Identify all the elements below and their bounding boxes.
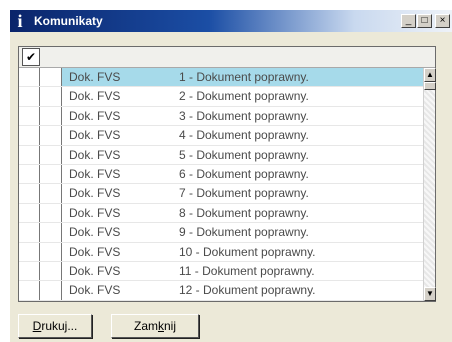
- doc-type-cell: Dok. FVS: [69, 166, 121, 181]
- row-indicator-cell: [40, 87, 62, 106]
- table-row[interactable]: Dok. FVS 8 - Dokument poprawny.: [19, 203, 423, 224]
- doc-type-cell: Dok. FVS: [69, 263, 121, 278]
- row-select-cell[interactable]: [19, 145, 40, 164]
- doc-type-cell: Dok. FVS: [69, 108, 121, 123]
- message-cell: 10 - Dokument poprawny.: [179, 244, 316, 259]
- row-select-cell[interactable]: [19, 126, 40, 145]
- message-cell: 11 - Dokument poprawny.: [179, 263, 315, 278]
- table-row[interactable]: Dok. FVS 4 - Dokument poprawny.: [19, 126, 423, 146]
- info-icon: i: [17, 11, 23, 31]
- maximize-button[interactable]: □: [417, 14, 432, 28]
- doc-type-cell: Dok. FVS: [69, 128, 121, 143]
- komunikaty-window: i Komunikaty _ □ × ✔ Dok. FVS 1 - Dokumen…: [10, 10, 452, 342]
- row-select-cell[interactable]: [19, 203, 40, 223]
- row-select-cell[interactable]: [19, 261, 40, 281]
- check-icon[interactable]: ✔: [22, 48, 40, 66]
- row-select-cell[interactable]: [19, 242, 40, 261]
- vertical-scrollbar[interactable]: ▲ ▼: [423, 68, 436, 301]
- row-indicator-cell: [40, 261, 62, 281]
- row-indicator-cell: [40, 106, 62, 126]
- doc-type-cell: Dok. FVS: [69, 70, 121, 84]
- message-cell: 1 - Dokument poprawny.: [179, 70, 309, 84]
- row-indicator-cell: [40, 203, 62, 223]
- print-label: rukuj...: [41, 319, 78, 333]
- row-indicator-cell: [40, 281, 62, 300]
- doc-type-cell: Dok. FVS: [69, 244, 121, 259]
- row-indicator-cell: [40, 184, 62, 203]
- table-row[interactable]: Dok. FVS 7 - Dokument poprawny.: [19, 184, 423, 204]
- row-select-cell[interactable]: [19, 106, 40, 126]
- close-window-button[interactable]: ×: [435, 14, 450, 28]
- table-row[interactable]: Dok. FVS 6 - Dokument poprawny.: [19, 164, 423, 185]
- row-select-cell[interactable]: [19, 223, 40, 242]
- row-select-cell[interactable]: [19, 87, 40, 106]
- doc-type-cell: Dok. FVS: [69, 225, 121, 240]
- message-cell: 6 - Dokument poprawny.: [179, 166, 309, 181]
- row-indicator-cell: [40, 126, 62, 145]
- message-cell: 8 - Dokument poprawny.: [179, 205, 309, 220]
- grid-rows: Dok. FVS 1 - Dokument poprawny. Dok. FVS 2 …: [19, 68, 423, 301]
- message-cell: 3 - Dokument poprawny.: [179, 108, 309, 123]
- close-label-post: nij: [163, 319, 176, 333]
- message-cell: 2 - Dokument poprawny.: [179, 89, 309, 104]
- row-select-cell[interactable]: [19, 281, 40, 300]
- grid-header: ✔: [19, 47, 435, 68]
- table-row[interactable]: Dok. FVS 9 - Dokument poprawny.: [19, 223, 423, 243]
- doc-type-cell: Dok. FVS: [69, 186, 121, 201]
- table-row[interactable]: Dok. FVS 10 - Dokument poprawny.: [19, 242, 423, 262]
- row-indicator-cell: [40, 223, 62, 242]
- table-row[interactable]: Dok. FVS 1 - Dokument poprawny.: [19, 68, 423, 88]
- message-cell: 5 - Dokument poprawny.: [179, 147, 309, 162]
- doc-type-cell: Dok. FVS: [69, 89, 121, 104]
- table-row[interactable]: Dok. FVS 12 - Dokument poprawny.: [19, 281, 423, 301]
- doc-type-cell: Dok. FVS: [69, 283, 121, 298]
- table-row[interactable]: Dok. FVS 3 - Dokument poprawny.: [19, 106, 423, 127]
- table-row[interactable]: Dok. FVS 5 - Dokument poprawny.: [19, 145, 423, 165]
- scroll-down-arrow-icon[interactable]: ▼: [424, 287, 436, 301]
- message-cell: 4 - Dokument poprawny.: [179, 128, 309, 143]
- row-indicator-cell: [40, 145, 62, 164]
- doc-type-cell: Dok. FVS: [69, 147, 121, 162]
- message-cell: 12 - Dokument poprawny.: [179, 283, 316, 298]
- messages-grid: ✔ Dok. FVS 1 - Dokument poprawny. Dok. FVS…: [18, 46, 436, 302]
- table-row[interactable]: Dok. FVS 11 - Dokument poprawny.: [19, 261, 423, 282]
- print-button[interactable]: Drukuj...: [18, 314, 92, 338]
- close-label-pre: Zam: [133, 319, 158, 333]
- row-select-cell[interactable]: [19, 164, 40, 184]
- scrollbar-thumb[interactable]: [424, 82, 436, 90]
- table-row[interactable]: Dok. FVS 2 - Dokument poprawny.: [19, 87, 423, 107]
- row-indicator-cell: [40, 68, 62, 87]
- row-select-cell[interactable]: [19, 184, 40, 203]
- window-title: Komunikaty: [34, 14, 103, 28]
- row-indicator-cell: [40, 164, 62, 184]
- message-cell: 9 - Dokument poprawny.: [179, 225, 309, 240]
- row-indicator-cell: [40, 242, 62, 261]
- title-bar[interactable]: i Komunikaty _ □ ×: [10, 10, 452, 32]
- message-cell: 7 - Dokument poprawny.: [179, 186, 309, 201]
- doc-type-cell: Dok. FVS: [69, 205, 121, 220]
- close-button[interactable]: Zamknij: [111, 314, 199, 338]
- row-select-cell[interactable]: [19, 68, 40, 87]
- scroll-up-arrow-icon[interactable]: ▲: [424, 68, 436, 82]
- minimize-button[interactable]: _: [401, 14, 416, 28]
